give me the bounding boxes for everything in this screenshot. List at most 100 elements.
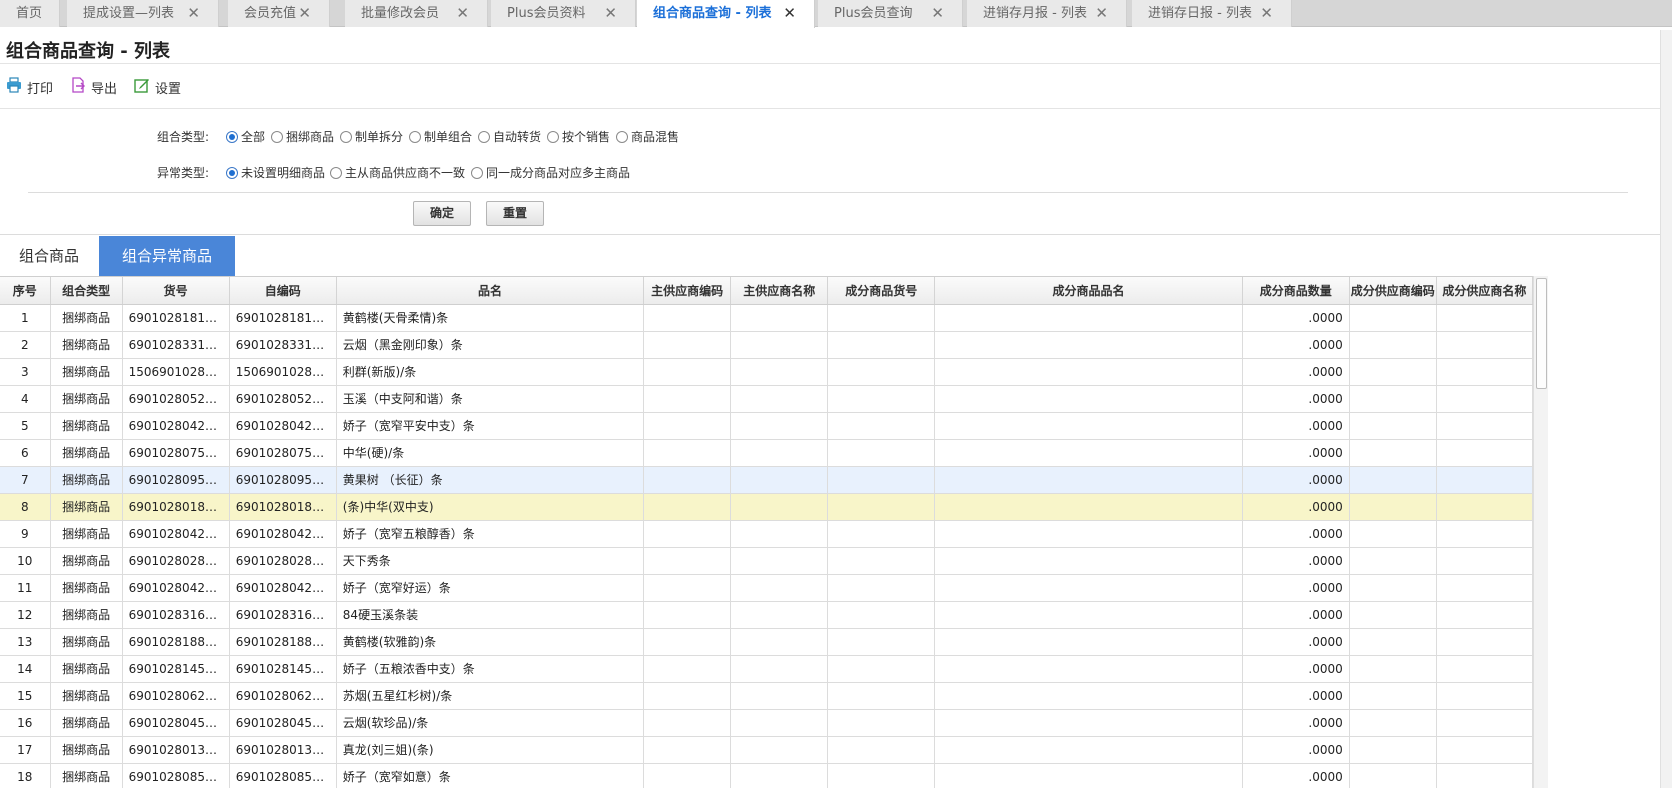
table-cell: .0000	[1242, 601, 1350, 629]
column-header[interactable]: 成分供应商名称	[1436, 277, 1533, 305]
tab-2[interactable]: 提成设置—列表 ✕	[67, 0, 219, 27]
table-row[interactable]: 16 捆绑商品 6901028045919 6901028045919 云烟(软珍品)/…	[0, 709, 1533, 737]
edit-settings-icon	[134, 79, 149, 93]
column-header[interactable]: 品名	[336, 277, 645, 305]
column-header[interactable]: 序号	[0, 277, 51, 305]
table-row[interactable]: 15 捆绑商品 6901028062015 6901028062015 苏烟(五星红杉树…	[0, 682, 1533, 710]
page-scrollbar[interactable]	[1660, 30, 1672, 788]
column-header[interactable]: 货号	[122, 277, 230, 305]
combo-type-radio[interactable]	[616, 131, 628, 143]
table-row[interactable]: 10 捆绑商品 6901028028837 6901028028837 天下秀条 .000…	[0, 547, 1533, 575]
column-header[interactable]: 成分供应商编码	[1349, 277, 1437, 305]
table-row[interactable]: 3 捆绑商品 15069010281100 15069010281100 利群(新版)/…	[0, 358, 1533, 386]
close-icon[interactable]: ✕	[604, 0, 617, 27]
table-cell	[827, 493, 936, 521]
table-cell: 10	[0, 547, 51, 575]
combo-type-radio[interactable]	[226, 131, 238, 143]
table-row[interactable]: 11 捆绑商品 6901028042635 6901028042635 娇子（宽窄好运）…	[0, 574, 1533, 602]
table-cell: 3	[0, 358, 51, 386]
table-cell	[730, 574, 829, 602]
tab-combo-goods[interactable]: 组合商品	[0, 236, 98, 276]
table-cell: 捆绑商品	[50, 655, 123, 683]
combo-type-radio[interactable]	[409, 131, 421, 143]
table-cell: 18	[0, 763, 51, 788]
column-header[interactable]: 主供应商编码	[643, 277, 732, 305]
goods-table: 序号 组合类型 货号 自编码 品名 主供应商编码 主供应商名称 成分商品货号 成分商品品名 成分商…	[0, 277, 1533, 788]
error-type-radio[interactable]	[330, 167, 342, 179]
table-row[interactable]: 7 捆绑商品 6901028095891 6901028095891 黄果树 （长征）条…	[0, 466, 1533, 494]
tab-5[interactable]: Plus会员资料 ✕	[491, 0, 636, 27]
table-row[interactable]: 14 捆绑商品 6901028145473 6901028145473 娇子（五粮浓香中…	[0, 655, 1533, 683]
combo-type-option-label: 制单组合	[424, 130, 473, 144]
tab-4[interactable]: 批量修改会员 ✕	[345, 0, 488, 27]
print-label: 打印	[27, 82, 54, 97]
close-icon[interactable]: ✕	[931, 0, 944, 27]
close-icon[interactable]: ✕	[783, 0, 796, 27]
table-row[interactable]: 2 捆绑商品 6901028331289 6901028331289 云烟（黑金刚印象）…	[0, 331, 1533, 359]
tab-label: 首页	[16, 6, 43, 21]
table-cell	[827, 763, 936, 788]
table-cell: 捆绑商品	[50, 547, 123, 575]
tab-8[interactable]: 进销存月报 - 列表 ✕	[967, 0, 1127, 27]
combo-type-radio[interactable]	[547, 131, 559, 143]
close-icon[interactable]: ✕	[298, 0, 311, 27]
grid-scrollbar[interactable]	[1533, 276, 1548, 788]
table-cell	[1436, 763, 1533, 788]
reset-button[interactable]: 重置	[486, 201, 544, 226]
table-row[interactable]: 1 捆绑商品 6901028181457 6901028181457 黄鹤楼(天骨柔情)…	[0, 304, 1533, 332]
table-cell: 6901028052696	[122, 385, 230, 413]
table-row[interactable]: 18 捆绑商品 6901028085922 6901028085922 娇子（宽窄如意）…	[0, 763, 1533, 788]
table-cell	[1436, 574, 1533, 602]
table-cell: 6901028331289	[122, 331, 230, 359]
printer-icon	[7, 77, 21, 93]
combo-type-radio[interactable]	[340, 131, 352, 143]
table-cell: 1	[0, 304, 51, 332]
table-row[interactable]: 8 捆绑商品 6901028018722 6901028018722 (条)中华(双中支…	[0, 493, 1533, 521]
table-cell: .0000	[1242, 709, 1350, 737]
table-cell: 云烟(软珍品)/条	[336, 709, 645, 737]
tab-abnormal-combo-goods[interactable]: 组合异常商品	[99, 236, 235, 276]
divider	[28, 192, 1628, 193]
table-cell: 6901028045919	[122, 709, 230, 737]
column-header[interactable]: 主供应商名称	[730, 277, 829, 305]
error-type-radio[interactable]	[226, 167, 238, 179]
table-row[interactable]: 4 捆绑商品 6901028052696 6901028052696 玉溪（中支阿和谐）…	[0, 385, 1533, 413]
combo-type-radio[interactable]	[478, 131, 490, 143]
grid-scrollbar-thumb[interactable]	[1536, 278, 1547, 389]
close-icon[interactable]: ✕	[187, 0, 200, 27]
table-cell	[934, 439, 1243, 467]
divider	[0, 234, 1672, 235]
table-row[interactable]: 17 捆绑商品 6901028013772 6901028013772 真龙(刘三姐)(…	[0, 736, 1533, 764]
column-header[interactable]: 成分商品数量	[1242, 277, 1350, 305]
table-cell: 6901028042215	[229, 412, 337, 440]
table-cell: 84硬玉溪条装	[336, 601, 645, 629]
combo-type-radio[interactable]	[271, 131, 283, 143]
table-cell	[730, 520, 829, 548]
error-type-radio[interactable]	[471, 167, 483, 179]
column-header[interactable]: 成分商品货号	[827, 277, 936, 305]
column-header[interactable]: 自编码	[229, 277, 337, 305]
close-icon[interactable]: ✕	[1260, 0, 1273, 27]
close-icon[interactable]: ✕	[456, 0, 469, 27]
table-row[interactable]: 12 捆绑商品 6901028316866 6901028316866 84硬玉溪条装.…	[0, 601, 1533, 629]
tab-9[interactable]: 进销存日报 - 列表 ✕	[1132, 0, 1292, 27]
table-cell	[934, 763, 1243, 788]
tab-6[interactable]: 组合商品查询 - 列表 ✕	[637, 0, 815, 28]
table-cell	[730, 736, 829, 764]
table-row[interactable]: 5 捆绑商品 6901028042215 6901028042215 娇子（宽窄平安中支…	[0, 412, 1533, 440]
table-cell	[643, 709, 732, 737]
tab-7[interactable]: Plus会员查询 ✕	[818, 0, 963, 27]
tab-3[interactable]: 会员充值 ✕	[228, 0, 330, 27]
table-cell	[934, 466, 1243, 494]
table-cell: 6901028028837	[229, 547, 337, 575]
table-cell: .0000	[1242, 412, 1350, 440]
close-icon[interactable]: ✕	[1095, 0, 1108, 27]
tab-1[interactable]: 首页	[0, 0, 60, 27]
table-row[interactable]: 9 捆绑商品 6901028042963 6901028042963 娇子（宽窄五粮醇香…	[0, 520, 1533, 548]
table-cell	[934, 655, 1243, 683]
table-row[interactable]: 13 捆绑商品 6901028188234 6901028188234 黄鹤楼(软雅韵)…	[0, 628, 1533, 656]
confirm-button[interactable]: 确定	[413, 201, 471, 226]
column-header[interactable]: 成分商品品名	[934, 277, 1243, 305]
column-header[interactable]: 组合类型	[50, 277, 123, 305]
table-row[interactable]: 6 捆绑商品 6901028075015 6901028075015 中华(硬)/条 .0…	[0, 439, 1533, 467]
